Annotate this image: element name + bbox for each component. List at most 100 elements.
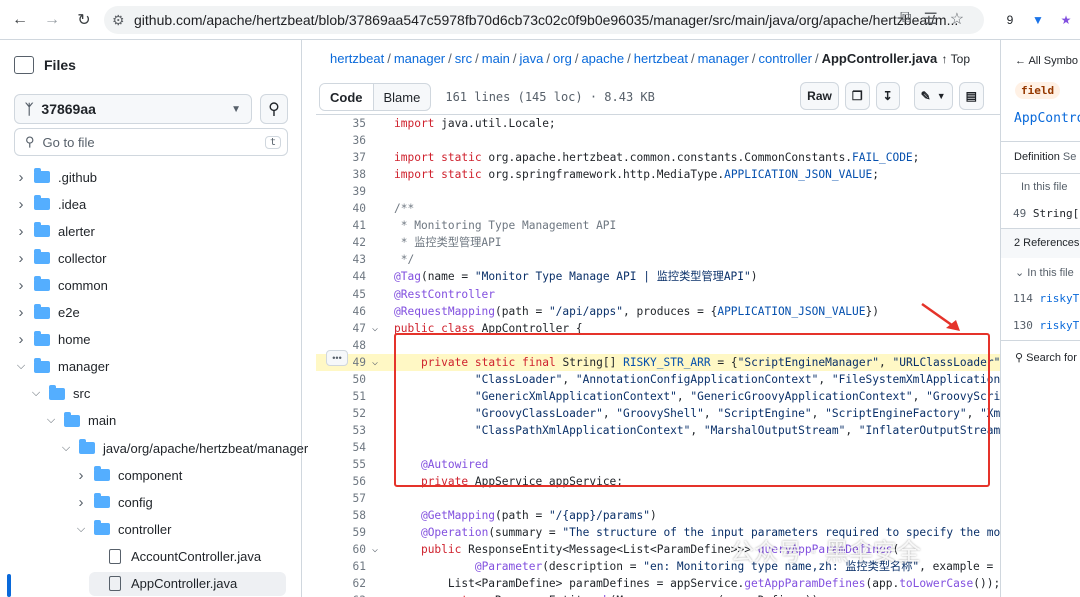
breadcrumb-link[interactable]: manager <box>394 51 445 66</box>
edit-pencil-icon[interactable]: ✎ ▼ <box>913 82 953 110</box>
tree-folder-item[interactable]: › e2e <box>14 301 80 325</box>
tree-folder-item[interactable]: ⌵ main <box>44 409 116 433</box>
line-number[interactable]: 58 <box>316 507 366 524</box>
chevron-down-icon[interactable]: ⌵ <box>29 387 43 400</box>
line-number[interactable]: 56 <box>316 473 366 490</box>
chevron-right-icon[interactable]: › <box>14 250 28 267</box>
fold-chevron-icon[interactable]: ⌵ <box>372 541 378 558</box>
download-icon[interactable]: ↧ <box>875 82 900 110</box>
line-number[interactable]: 63 <box>316 592 366 597</box>
symbol-name[interactable]: AppControl <box>1014 111 1080 126</box>
chevron-right-icon[interactable]: › <box>14 277 28 294</box>
tree-folder-item[interactable]: › component <box>74 463 182 487</box>
tree-folder-item[interactable]: › .github <box>14 165 97 189</box>
breadcrumb-link[interactable]: org <box>553 51 572 66</box>
references-in-file[interactable]: ⌄ In this file <box>1015 266 1074 279</box>
definition-result[interactable]: 49 String[] <box>1013 207 1080 220</box>
search-icon[interactable]: ⚲ <box>260 94 288 124</box>
line-number[interactable]: 53 <box>316 422 366 439</box>
chevron-right-icon[interactable]: › <box>14 331 28 348</box>
go-to-file-input[interactable]: ⚲ Go to file t <box>14 128 288 156</box>
breadcrumb-link[interactable]: apache <box>581 51 624 66</box>
chevron-right-icon[interactable]: › <box>74 494 88 511</box>
all-symbols-link[interactable]: ← All Symbo <box>1015 55 1078 67</box>
fold-chevron-icon[interactable]: ⌵ <box>372 320 378 337</box>
line-number[interactable]: 52 <box>316 405 366 422</box>
bookmark-star-icon[interactable]: ☆ <box>950 9 964 29</box>
tree-folder-item[interactable]: › .idea <box>14 192 86 216</box>
line-number[interactable]: 41 <box>316 217 366 234</box>
line-number[interactable]: 50 <box>316 371 366 388</box>
line-number[interactable]: 35 <box>316 115 366 132</box>
branch-selector[interactable]: ᛉ 37869aa ▼ <box>14 94 252 124</box>
line-number[interactable]: 37 <box>316 149 366 166</box>
fold-chevron-icon[interactable]: ⌵ <box>372 354 378 371</box>
chevron-down-icon[interactable]: ⌵ <box>59 442 73 455</box>
top-button[interactable]: ↑ Top <box>942 52 970 66</box>
chevron-right-icon[interactable]: › <box>14 169 28 186</box>
code-tab[interactable]: Code <box>320 84 374 110</box>
chevron-right-icon[interactable]: › <box>74 467 88 484</box>
vpn-extension-icon[interactable]: ▼ <box>1026 8 1050 32</box>
breadcrumb-link[interactable]: src <box>455 51 472 66</box>
breadcrumb-link[interactable]: controller <box>759 51 812 66</box>
puzzle-extension-icon[interactable]: ★ <box>1054 8 1078 32</box>
chevron-down-icon[interactable]: ⌵ <box>74 523 88 536</box>
breadcrumb-link[interactable]: hertzbeat <box>330 51 384 66</box>
line-number[interactable]: 40 <box>316 200 366 217</box>
reference-item[interactable]: 114 riskyTo <box>1013 292 1080 305</box>
line-number[interactable]: 51 <box>316 388 366 405</box>
tree-folder-item[interactable]: › collector <box>14 246 106 270</box>
reference-item[interactable]: 130 riskyTo <box>1013 319 1080 332</box>
line-number[interactable]: 42 <box>316 234 366 251</box>
tree-folder-item[interactable]: ⌵ java/org/apache/hertzbeat/manager <box>59 436 308 460</box>
tree-folder-item[interactable]: › home <box>14 328 91 352</box>
line-number[interactable]: 54 <box>316 439 366 456</box>
breadcrumb-link[interactable]: hertzbeat <box>634 51 688 66</box>
search-for-link[interactable]: ⚲ Search for <box>1015 351 1077 364</box>
tree-file-item[interactable]: AppController.java <box>89 571 286 596</box>
tree-folder-item[interactable]: › alerter <box>14 219 95 243</box>
symbols-panel-icon[interactable]: ▤ <box>958 82 984 110</box>
references-header[interactable]: 2 References <box>1014 237 1079 249</box>
sidebar-collapse-icon[interactable] <box>14 56 34 74</box>
reload-icon[interactable]: ↻ <box>72 8 96 32</box>
translate-icon[interactable]: ☰ <box>923 9 937 29</box>
line-number[interactable]: 36 <box>316 132 366 149</box>
line-number[interactable]: 59 <box>316 524 366 541</box>
tree-folder-item[interactable]: ⌵ controller <box>74 517 171 541</box>
tree-folder-item[interactable]: › config <box>74 490 153 514</box>
chevron-down-icon[interactable]: ⌵ <box>14 360 28 373</box>
back-icon[interactable]: ← <box>8 8 32 32</box>
line-number[interactable]: 61 <box>316 558 366 575</box>
tree-folder-item[interactable]: › common <box>14 273 108 297</box>
chevron-right-icon[interactable]: › <box>14 223 28 240</box>
chevron-down-icon[interactable]: ⌵ <box>44 414 58 427</box>
chevron-right-icon[interactable]: › <box>14 196 28 213</box>
open-in-app-icon[interactable]: ⧉ <box>900 9 911 29</box>
copy-icon[interactable]: ❐ <box>844 82 870 110</box>
line-number[interactable]: 45 <box>316 286 366 303</box>
chevron-right-icon[interactable]: › <box>14 304 28 321</box>
line-options-icon[interactable]: ••• <box>326 350 348 366</box>
address-bar[interactable]: ⚙ github.com/apache/hertzbeat/blob/37869… <box>104 6 984 34</box>
raw-button[interactable]: Raw <box>800 82 839 110</box>
breadcrumb-link[interactable]: main <box>482 51 510 66</box>
tree-folder-item[interactable]: ⌵ src <box>29 382 90 406</box>
blame-tab[interactable]: Blame <box>374 84 431 110</box>
line-number[interactable]: 55 <box>316 456 366 473</box>
line-number[interactable]: 57 <box>316 490 366 507</box>
breadcrumb-link[interactable]: manager <box>698 51 749 66</box>
forward-icon[interactable]: → <box>40 8 64 32</box>
line-number[interactable]: 44 <box>316 268 366 285</box>
line-number[interactable]: 43 <box>316 251 366 268</box>
tree-folder-item[interactable]: ⌵ manager <box>14 355 109 379</box>
definition-tab[interactable]: Definition Se <box>1014 151 1076 163</box>
line-number[interactable]: 38 <box>316 166 366 183</box>
site-info-icon[interactable]: ⚙ <box>112 12 128 28</box>
line-number[interactable]: 62 <box>316 575 366 592</box>
extension-icon[interactable]: 9 <box>998 8 1022 32</box>
line-number[interactable]: 60 <box>316 541 366 558</box>
line-number[interactable]: 46 <box>316 303 366 320</box>
line-number[interactable]: 39 <box>316 183 366 200</box>
